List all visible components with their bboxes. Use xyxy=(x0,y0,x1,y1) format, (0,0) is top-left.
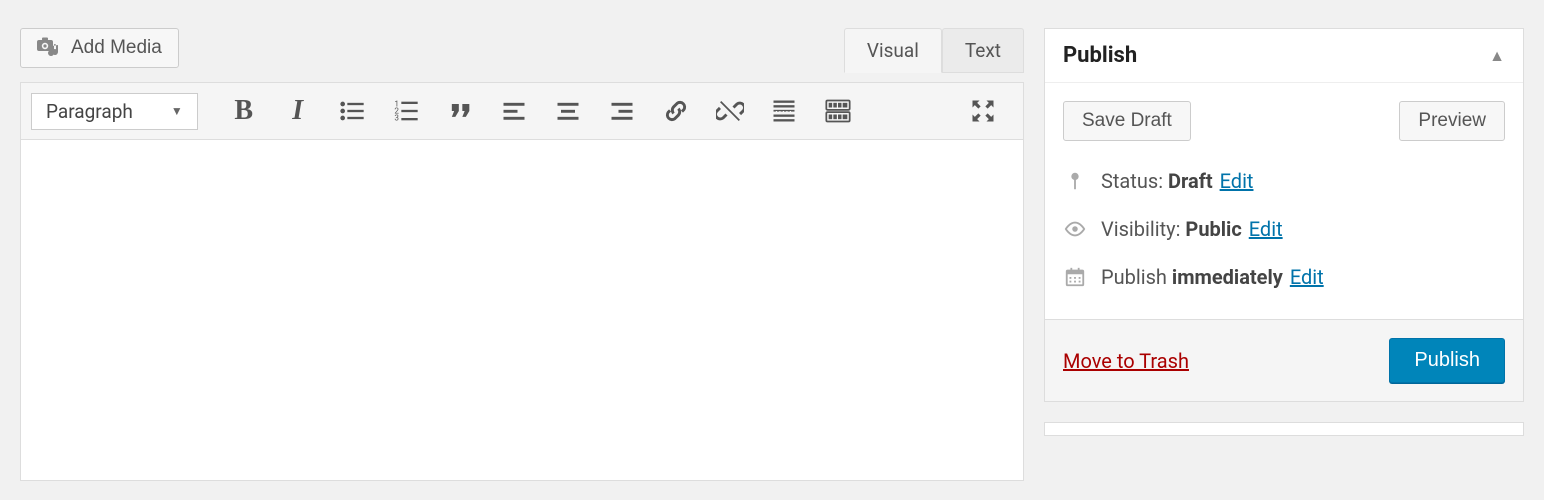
add-media-label: Add Media xyxy=(71,37,162,59)
publish-title: Publish xyxy=(1063,43,1137,68)
editor-tabs: Visual Text xyxy=(844,28,1024,73)
visibility-value: Public xyxy=(1185,217,1241,241)
status-label: Status: xyxy=(1101,169,1163,193)
edit-visibility-link[interactable]: Edit xyxy=(1249,217,1283,241)
italic-button[interactable]: I xyxy=(274,91,322,131)
bullet-list-button[interactable] xyxy=(328,91,376,131)
next-postbox xyxy=(1044,422,1524,436)
edit-status-link[interactable]: Edit xyxy=(1220,169,1254,193)
save-draft-button[interactable]: Save Draft xyxy=(1063,101,1191,141)
eye-icon xyxy=(1063,218,1087,240)
svg-text:3: 3 xyxy=(394,112,399,122)
move-to-trash-link[interactable]: Move to Trash xyxy=(1063,349,1189,373)
bold-button[interactable]: B xyxy=(220,91,268,131)
collapse-toggle-icon[interactable]: ▲ xyxy=(1489,46,1505,66)
calendar-icon xyxy=(1063,266,1087,288)
add-media-button[interactable]: Add Media xyxy=(20,28,179,68)
edit-schedule-link[interactable]: Edit xyxy=(1290,265,1324,289)
align-right-button[interactable] xyxy=(598,91,646,131)
publish-button[interactable]: Publish xyxy=(1389,338,1505,383)
publish-box: Publish ▲ Save Draft Preview Status: Dra… xyxy=(1044,28,1524,402)
visibility-row: Visibility: Public Edit xyxy=(1063,205,1505,253)
schedule-row: Publish immediately Edit xyxy=(1063,253,1505,301)
align-center-button[interactable] xyxy=(544,91,592,131)
editor-column: Add Media Visual Text Paragraph ▼ B I 12… xyxy=(20,0,1024,481)
pin-icon xyxy=(1063,170,1087,192)
link-button[interactable] xyxy=(652,91,700,131)
format-selected: Paragraph xyxy=(46,100,133,123)
schedule-value: immediately xyxy=(1172,265,1283,289)
schedule-label: Publish xyxy=(1101,265,1167,289)
tab-visual[interactable]: Visual xyxy=(844,28,942,73)
editor-content-area[interactable] xyxy=(21,140,1023,480)
format-dropdown[interactable]: Paragraph ▼ xyxy=(31,93,198,130)
unlink-button[interactable] xyxy=(706,91,754,131)
publish-header: Publish ▲ xyxy=(1045,29,1523,83)
sidebar-column: Publish ▲ Save Draft Preview Status: Dra… xyxy=(1044,0,1524,481)
editor-toolbar: Paragraph ▼ B I 123 xyxy=(21,83,1023,140)
blockquote-button[interactable] xyxy=(436,91,484,131)
toolbar-toggle-button[interactable] xyxy=(814,91,862,131)
status-value: Draft xyxy=(1168,169,1213,193)
camera-music-icon xyxy=(37,37,61,59)
tab-text[interactable]: Text xyxy=(942,28,1024,73)
editor-wrap: Paragraph ▼ B I 123 xyxy=(20,82,1024,481)
fullscreen-button[interactable] xyxy=(959,91,1007,131)
status-row: Status: Draft Edit xyxy=(1063,157,1505,205)
read-more-button[interactable] xyxy=(760,91,808,131)
numbered-list-button[interactable]: 123 xyxy=(382,91,430,131)
visibility-label: Visibility: xyxy=(1101,217,1180,241)
align-left-button[interactable] xyxy=(490,91,538,131)
preview-button[interactable]: Preview xyxy=(1399,101,1505,141)
chevron-down-icon: ▼ xyxy=(171,104,183,118)
